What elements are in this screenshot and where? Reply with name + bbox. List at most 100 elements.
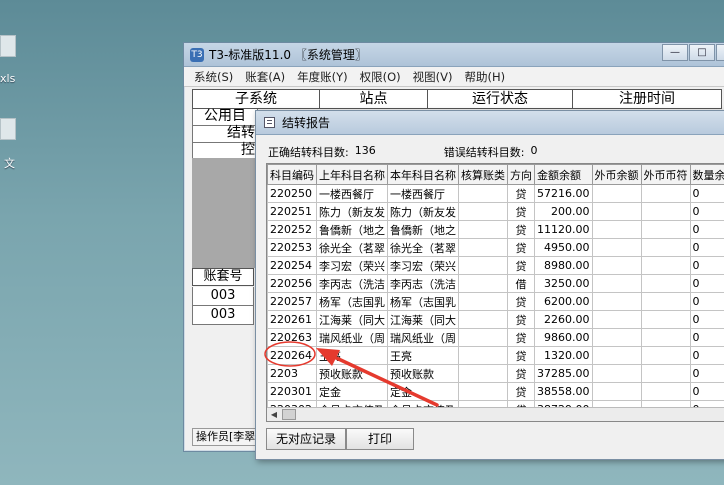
maximize-icon[interactable]: □	[689, 44, 715, 61]
table-cell	[458, 256, 508, 275]
table-cell: 借	[507, 274, 535, 293]
table-cell	[458, 202, 508, 221]
minimize-icon[interactable]: —	[662, 44, 688, 61]
table-cell	[640, 310, 691, 329]
close-icon[interactable]: ✕	[716, 44, 724, 61]
table-row[interactable]: 220254 李习宏（荣兴 李习宏（荣兴贷 8980.00 0	[267, 256, 724, 275]
table-cell: 贷	[507, 310, 535, 329]
table-cell: 瑞风纸业（周	[316, 328, 388, 347]
transfer-counts: 正确结转科目数: 136 错误结转科目数: 0	[268, 144, 605, 160]
table-cell: 0	[689, 328, 724, 347]
table-cell	[591, 274, 642, 293]
table-cell: 贷	[507, 184, 535, 203]
table-row[interactable]: 220261 江海莱（同大 江海莱（同大贷 2260.00 0	[267, 310, 724, 329]
table-cell	[640, 238, 691, 257]
error-count-value: 0	[530, 144, 538, 157]
column-header[interactable]: 核算账类	[458, 164, 508, 185]
scroll-thumb[interactable]	[282, 409, 296, 420]
table-cell	[458, 238, 508, 257]
table-cell	[640, 382, 691, 401]
subsystem-row[interactable]: 结转	[192, 126, 258, 143]
col-register-time: 注册时间	[619, 91, 675, 107]
menu-year-account[interactable]: 年度账(Y)	[291, 69, 354, 85]
column-header[interactable]: 科目编码	[267, 164, 317, 185]
table-cell: 57216.00	[534, 184, 593, 203]
table-cell: 3250.00	[534, 274, 593, 293]
print-button[interactable]: 打印	[346, 428, 414, 450]
table-row[interactable]: 2203 预收账款 预收账款贷 37285.00 0	[267, 364, 724, 383]
table-cell: 鲁僑新（地之	[387, 220, 459, 239]
no-match-record-button[interactable]: 无对应记录	[266, 428, 346, 450]
dialog-titlebar[interactable]: 结转报告	[256, 111, 724, 135]
account-row[interactable]: 003	[192, 287, 254, 306]
table-row[interactable]: 220252 鲁僑新（地之 鲁僑新（地之贷 11120.00 0	[267, 220, 724, 239]
column-header[interactable]: 数量余额	[689, 164, 724, 185]
table-cell	[458, 364, 508, 383]
table-cell: 38558.00	[534, 382, 593, 401]
table-cell: 37285.00	[534, 364, 593, 383]
table-cell	[458, 328, 508, 347]
table-row[interactable]: 220253 徐光全（茗翠 徐光全（茗翠贷 4950.00 0	[267, 238, 724, 257]
table-cell: 贷	[507, 220, 535, 239]
correct-count-label: 正确结转科目数:	[268, 146, 349, 159]
table-cell: 杨军（志国乳	[387, 292, 459, 311]
column-header[interactable]: 金额余额	[534, 164, 593, 185]
table-row[interactable]: 220257 杨军（志国乳 杨军（志国乳贷 6200.00 0	[267, 292, 724, 311]
account-row[interactable]: 003	[192, 306, 254, 325]
col-site: 站点	[320, 90, 428, 108]
col-run-status: 运行状态	[428, 90, 573, 108]
table-cell: 贷	[507, 202, 535, 221]
table-cell: 1320.00	[534, 346, 593, 365]
menu-bar: 系统(S) 账套(A) 年度账(Y) 权限(O) 视图(V) 帮助(H)	[184, 67, 724, 87]
transfer-table[interactable]: 科目编码上年科目名称本年科目名称核算账类方向金额余额外币余额外币币符数量余额 2…	[266, 163, 724, 422]
table-row[interactable]: 220250 一楼西餐厅 一楼西餐厅贷 57216.00 0	[267, 184, 724, 203]
operator-status: 操作员[李翠	[192, 428, 260, 446]
table-cell: 江海莱（同大	[387, 310, 459, 329]
table-cell	[640, 328, 691, 347]
table-cell: 王亮	[387, 346, 459, 365]
transfer-report-dialog: 结转报告 正确结转科目数: 136 错误结转科目数: 0 科目编码 上年科目名称本…	[255, 110, 724, 460]
column-header[interactable]: 外币余额	[591, 164, 642, 185]
table-row[interactable]: 220256 李丙志（洗洁 李丙志（洗洁借 3250.00 0	[267, 274, 724, 293]
table-cell	[591, 292, 642, 311]
table-cell: 0	[689, 256, 724, 275]
horizontal-scrollbar[interactable]: ◀	[267, 407, 724, 421]
table-cell	[591, 382, 642, 401]
table-row[interactable]: 220251 陈力（新友发 陈力（新友发贷 200.00 0	[267, 202, 724, 221]
menu-permission[interactable]: 权限(O)	[354, 69, 407, 85]
menu-system[interactable]: 系统(S)	[188, 69, 239, 85]
table-cell: 杨军（志国乳	[316, 292, 388, 311]
table-row[interactable]: 220301 定金 定金贷 38558.00 0	[267, 382, 724, 401]
menu-account[interactable]: 账套(A)	[239, 69, 291, 85]
table-cell	[458, 274, 508, 293]
table-cell: 瑞风纸业（周	[387, 328, 459, 347]
menu-help[interactable]: 帮助(H)	[459, 69, 512, 85]
table-cell: 220250	[267, 184, 317, 203]
table-cell	[458, 346, 508, 365]
column-header[interactable]: 方向	[507, 164, 535, 185]
document-file-icon[interactable]	[0, 118, 18, 140]
table-cell: 徐光全（茗翠	[316, 238, 388, 257]
excel-file-icon[interactable]	[0, 35, 18, 57]
table-cell: 220264	[267, 346, 317, 365]
table-cell: 贷	[507, 382, 535, 401]
table-cell	[591, 328, 642, 347]
table-cell: 9860.00	[534, 328, 593, 347]
table-cell	[458, 220, 508, 239]
menu-view[interactable]: 视图(V)	[407, 69, 459, 85]
column-header[interactable]: 上年科目名称	[316, 164, 388, 185]
table-cell: 220254	[267, 256, 317, 275]
subsystem-row[interactable]: 公用目	[192, 109, 258, 126]
table-cell: 贷	[507, 328, 535, 347]
table-cell: 一楼西餐厅	[316, 184, 388, 203]
table-row[interactable]: 220263 瑞风纸业（周 瑞风纸业（周贷 9860.00 0	[267, 328, 724, 347]
main-titlebar[interactable]: T3 T3-标准版11.0 〖系统管理〗 — □ ✕	[184, 43, 724, 67]
scroll-left-icon[interactable]: ◀	[267, 409, 281, 421]
table-cell	[591, 184, 642, 203]
error-count-label: 错误结转科目数:	[443, 146, 525, 159]
column-header[interactable]: 本年科目名称	[387, 164, 459, 185]
table-row[interactable]: 220264 王亮 王亮贷 1320.00 0	[267, 346, 724, 365]
table-cell: 0	[689, 220, 724, 239]
table-cell: 王亮	[316, 346, 388, 365]
column-header[interactable]: 外币币符	[640, 164, 691, 185]
